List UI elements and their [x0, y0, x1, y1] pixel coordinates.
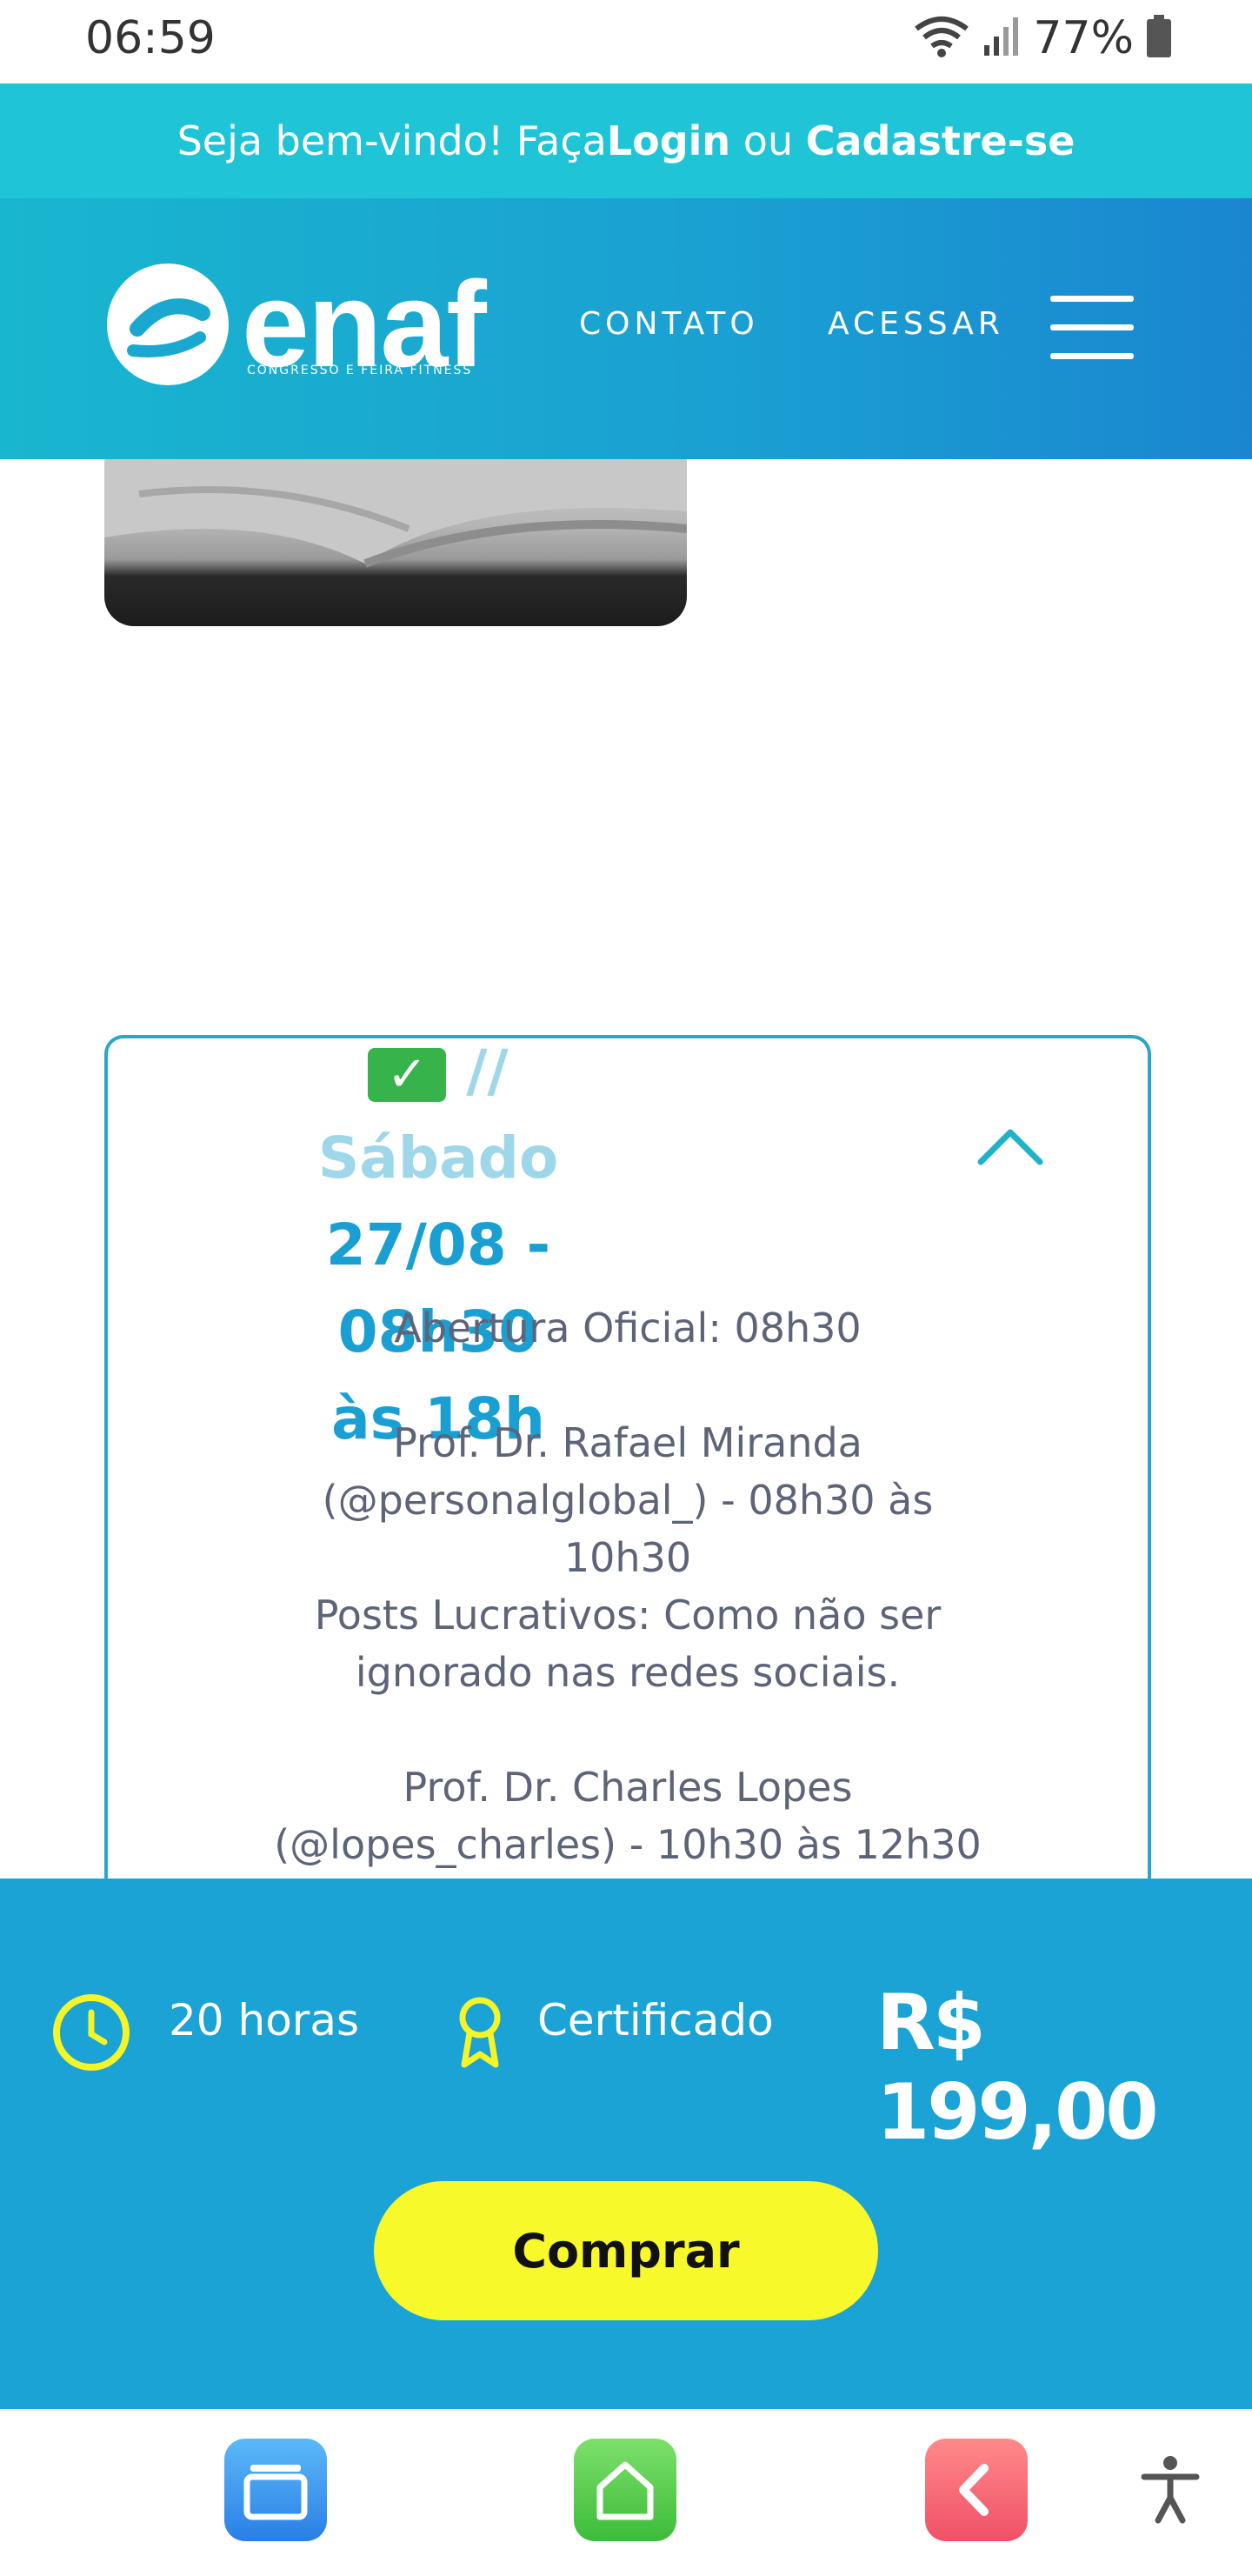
speaker2-handle: (@lopes_charles) - 10h30 às 12h30 — [274, 1821, 982, 1868]
check-icon: ✓ — [368, 1047, 447, 1102]
certificate-label: Certificado — [537, 1995, 774, 2045]
tabs-icon[interactable] — [224, 2439, 327, 2541]
enaf-logo-mark-icon — [107, 264, 229, 385]
buy-button[interactable]: Comprar — [374, 2181, 878, 2320]
speaker1-time: 10h30 — [563, 1534, 692, 1581]
nav-acessar[interactable]: ACESSAR — [828, 306, 1004, 342]
menu-icon[interactable] — [1050, 296, 1134, 360]
bottom-navigation — [0, 2409, 1252, 2576]
logo-subtitle: CONGRESSO E FEIRA FITNESS — [247, 364, 473, 377]
status-time: 06:59 — [85, 12, 216, 64]
login-link[interactable]: Login — [607, 117, 730, 164]
back-icon[interactable] — [925, 2439, 1028, 2541]
course-hours: 20 horas — [169, 1995, 360, 2045]
accordion-content: Abertura Oficial: 08h30 Prof. Dr. Rafael… — [108, 1299, 1148, 1873]
welcome-prefix: Seja bem-vindo! Faça — [176, 117, 607, 164]
signup-link[interactable]: Cadastre-se — [806, 117, 1076, 164]
battery-percent: 77% — [1033, 12, 1134, 64]
topic1-line1: Posts Lucrativos: Como não ser — [314, 1592, 942, 1638]
status-icons: 77% — [913, 12, 1172, 64]
site-header: enaf CONGRESSO E FEIRA FITNESS CONTATO A… — [0, 198, 1252, 459]
certificate-icon — [459, 1997, 501, 2068]
purchase-panel: 20 horas Certificado R$ 199,00 Comprar — [0, 1879, 1252, 2409]
nav-contato[interactable]: CONTATO — [579, 306, 759, 342]
clock-icon — [53, 1994, 130, 2071]
chevron-up-icon[interactable] — [976, 1125, 1045, 1167]
speaker1-name: Prof. Dr. Rafael Miranda — [393, 1419, 862, 1466]
speaker1-handle: (@personalglobal_) - 08h30 às — [322, 1477, 934, 1524]
home-icon[interactable] — [574, 2439, 676, 2541]
speaker2-name: Prof. Dr. Charles Lopes — [403, 1764, 853, 1811]
accessibility-icon[interactable] — [1139, 2454, 1202, 2524]
signal-icon — [982, 16, 1021, 61]
welcome-middle: ou — [730, 117, 806, 164]
battery-icon — [1146, 15, 1172, 62]
price: R$ 199,00 — [876, 1978, 1159, 2157]
opening-time: Abertura Oficial: 08h30 — [394, 1305, 862, 1351]
welcome-bar: Seja bem-vindo! Faça Login ou Cadastre-s… — [0, 83, 1252, 198]
wifi-icon — [913, 15, 970, 62]
schedule-accordion: ✓ // Sábado 27/08 - 08h30 às 18h Abertur… — [104, 1035, 1151, 1908]
speaker-photo — [104, 459, 687, 626]
topic1-line2: ignorado nas redes sociais. — [355, 1649, 901, 1696]
status-bar: 06:59 77% — [0, 0, 1252, 83]
